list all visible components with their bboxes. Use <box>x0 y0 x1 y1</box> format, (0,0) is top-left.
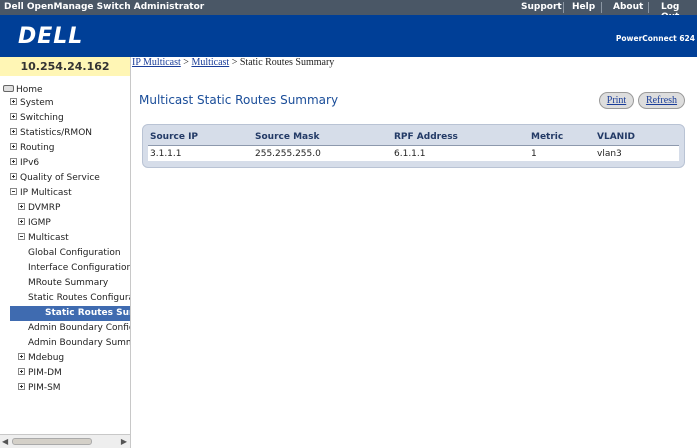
expand-icon[interactable] <box>10 158 17 165</box>
nav-item-label: DVMRP <box>28 203 61 213</box>
collapse-icon[interactable] <box>10 188 17 195</box>
nav-item-label: Routing <box>20 143 55 153</box>
nav-item-label: PIM-DM <box>28 368 62 378</box>
scroll-thumb[interactable] <box>12 438 92 445</box>
column-header-rpf-address: RPF Address <box>394 132 458 142</box>
nav-item-routing[interactable]: Routing <box>10 141 55 156</box>
expand-icon[interactable] <box>10 98 17 105</box>
nav-item-system[interactable]: System <box>10 96 54 111</box>
nav-item-ipv6[interactable]: IPv6 <box>10 156 39 171</box>
expand-icon[interactable] <box>10 173 17 180</box>
column-header-source-mask: Source Mask <box>255 132 320 142</box>
column-header-source-ip: Source IP <box>150 132 199 142</box>
nav-item-label: Static Routes Configuration <box>28 293 130 303</box>
nav-item-label: Global Configuration <box>28 248 121 258</box>
help-link[interactable]: Help <box>572 2 595 12</box>
nav-item-statistics-rmon[interactable]: Statistics/RMON <box>10 126 92 141</box>
app-title: Dell OpenManage Switch Administrator <box>4 2 205 12</box>
nav-item-igmp[interactable]: IGMP <box>18 216 51 231</box>
expand-icon[interactable] <box>10 128 17 135</box>
breadcrumb-separator: > <box>229 57 240 68</box>
nav-item-label: Interface Configuration <box>28 263 131 273</box>
nav-item-switching[interactable]: Switching <box>10 111 64 126</box>
tree-horizontal-scrollbar[interactable]: ◀ ▶ <box>0 434 131 448</box>
print-button[interactable]: Print <box>599 92 634 109</box>
expand-icon[interactable] <box>18 218 25 225</box>
header-banner: DELL PowerConnect 624 <box>0 15 697 57</box>
scroll-left-icon[interactable]: ◀ <box>2 437 8 446</box>
nav-item-label: Quality of Service <box>20 173 100 183</box>
nav-item-label: PIM-SM <box>28 383 61 393</box>
cell-source-ip: 3.1.1.1 <box>150 149 182 159</box>
breadcrumb-ip-multicast[interactable]: IP Multicast <box>132 57 181 68</box>
expand-icon[interactable] <box>10 113 17 120</box>
nav-item-label: Mdebug <box>28 353 65 363</box>
page-title: Multicast Static Routes Summary <box>139 93 339 107</box>
nav-item-dvmrp[interactable]: DVMRP <box>18 201 60 216</box>
expand-icon[interactable] <box>18 368 25 375</box>
nav-item-ip-multicast[interactable]: IP Multicast <box>10 186 72 201</box>
menu-divider <box>563 2 564 13</box>
menu-divider <box>601 2 602 13</box>
cell-source-mask: 255.255.255.0 <box>255 149 321 159</box>
column-header-vlanid: VLANID <box>597 132 636 142</box>
nav-item-label: System <box>20 98 54 108</box>
nav-item-mdebug[interactable]: Mdebug <box>18 351 64 366</box>
expand-icon[interactable] <box>18 353 25 360</box>
cell-vlanid: vlan3 <box>597 149 622 159</box>
nav-item-label: Home <box>16 85 43 95</box>
nav-item-label: Switching <box>20 113 64 123</box>
menu-divider <box>648 2 649 13</box>
scroll-right-icon[interactable]: ▶ <box>121 437 127 446</box>
nav-item-pim-dm[interactable]: PIM-DM <box>18 366 62 381</box>
home-icon <box>3 85 14 92</box>
nav-item-static-routes-summary[interactable]: Static Routes Summary <box>10 306 130 321</box>
nav-item-pim-sm[interactable]: PIM-SM <box>18 381 61 396</box>
dell-logo: DELL <box>18 24 84 49</box>
nav-item-multicast[interactable]: Multicast <box>18 231 69 246</box>
navigation-tree: Home System Switching Statistics/RMON Routin… <box>0 76 131 434</box>
nav-item-label: IP Multicast <box>20 188 72 198</box>
nav-item-global-configuration[interactable]: Global Configuration <box>28 246 121 261</box>
expand-icon[interactable] <box>10 143 17 150</box>
nav-item-mroute-summary[interactable]: MRoute Summary <box>28 276 108 291</box>
expand-icon[interactable] <box>18 383 25 390</box>
nav-item-admin-boundary-configuration[interactable]: Admin Boundary Configuration <box>28 321 130 336</box>
breadcrumb-multicast[interactable]: Multicast <box>191 57 229 68</box>
nav-item-static-routes-configuration[interactable]: Static Routes Configuration <box>28 291 130 306</box>
static-routes-table: Source IP Source Mask RPF Address Metric… <box>142 124 685 168</box>
nav-item-label: IGMP <box>28 218 51 228</box>
nav-item-label: Admin Boundary Summary <box>28 338 130 348</box>
nav-item-label: Multicast <box>28 233 69 243</box>
nav-item-label: Statistics/RMON <box>20 128 93 138</box>
nav-item-quality-of-service[interactable]: Quality of Service <box>10 171 100 186</box>
breadcrumb-separator: > <box>180 57 192 68</box>
support-link[interactable]: Support <box>521 2 562 12</box>
cell-metric: 1 <box>531 149 537 159</box>
top-menu-bar: Dell OpenManage Switch Administrator Sup… <box>0 0 697 22</box>
about-link[interactable]: About <box>613 2 643 12</box>
breadcrumb-current: Static Routes Summary <box>239 57 335 68</box>
expand-icon[interactable] <box>18 203 25 210</box>
nav-item-label: IPv6 <box>20 158 40 168</box>
nav-item-interface-configuration[interactable]: Interface Configuration <box>28 261 131 276</box>
product-name: PowerConnect 624 <box>615 34 695 43</box>
device-ip: 10.254.24.162 <box>0 57 131 76</box>
nav-item-label: Static Routes Summary <box>45 308 130 318</box>
column-header-metric: Metric <box>531 132 564 142</box>
nav-item-label: MRoute Summary <box>28 278 109 288</box>
cell-rpf-address: 6.1.1.1 <box>394 149 426 159</box>
nav-item-label: Admin Boundary Configuration <box>28 323 130 333</box>
collapse-icon[interactable] <box>18 233 25 240</box>
breadcrumb: IP Multicast > Multicast > Static Routes… <box>132 57 334 68</box>
nav-item-admin-boundary-summary[interactable]: Admin Boundary Summary <box>28 336 130 351</box>
refresh-button[interactable]: Refresh <box>638 92 685 109</box>
